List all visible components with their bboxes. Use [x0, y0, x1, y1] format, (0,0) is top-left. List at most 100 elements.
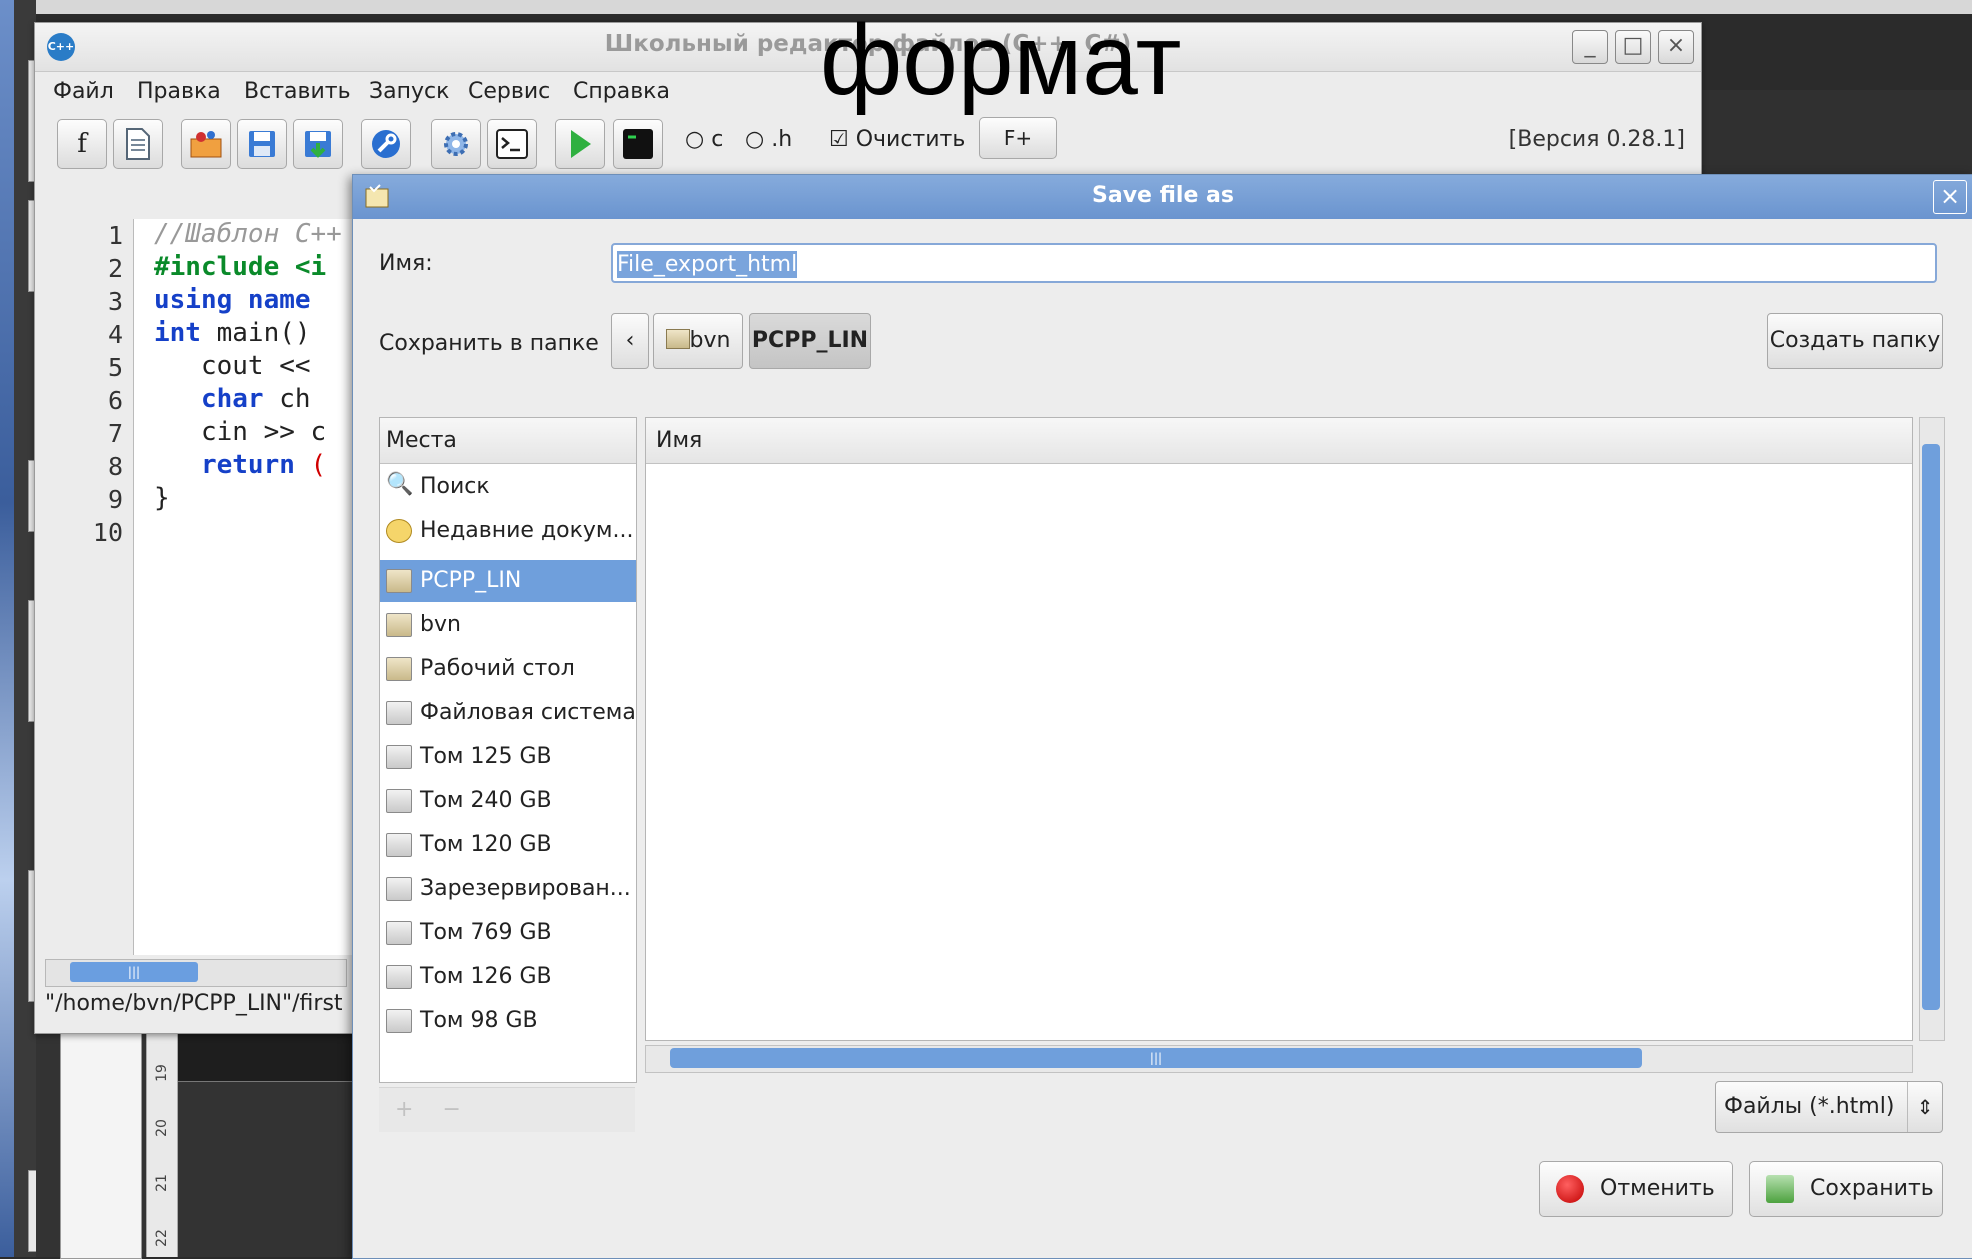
cancel-button[interactable]: Отменить	[1539, 1161, 1733, 1217]
save-button-label: Сохранить	[1810, 1176, 1934, 1201]
file-list-vertical-scrollbar[interactable]	[1919, 417, 1945, 1041]
place-item-volume[interactable]: Том 126 GB	[380, 956, 636, 998]
place-item-volume[interactable]: Том 120 GB	[380, 824, 636, 866]
run-terminal-button[interactable]	[613, 119, 663, 169]
menu-file[interactable]: Файл	[53, 79, 114, 104]
place-item-volume[interactable]: Том 769 GB	[380, 912, 636, 954]
line-number: 8	[107, 452, 123, 481]
place-item-reserved[interactable]: Зарезервирован...	[380, 868, 636, 910]
menu-run[interactable]: Запуск	[369, 79, 449, 104]
close-button[interactable]: ×	[1658, 30, 1694, 64]
line-number: 2	[107, 254, 123, 283]
radio-c[interactable]: ○ c	[685, 127, 723, 152]
place-item-volume[interactable]: Том 125 GB	[380, 736, 636, 778]
add-place-button[interactable]: +	[395, 1097, 413, 1122]
path-back-button[interactable]: ‹	[611, 313, 649, 369]
filename-label: Имя:	[379, 251, 433, 276]
path-segment-bvn[interactable]: bvn	[653, 313, 743, 369]
place-item-volume[interactable]: Том 240 GB	[380, 780, 636, 822]
run-button[interactable]	[555, 119, 605, 169]
editor-horizontal-scrollbar[interactable]: |||	[45, 959, 347, 987]
save-button[interactable]	[237, 119, 287, 169]
toolbar: f ○ c ○ .h ☑ Очистить F+ [Версия 0.28.1]	[35, 113, 1701, 175]
line-number: 9	[107, 485, 123, 514]
dialog-close-button[interactable]: ×	[1933, 180, 1967, 214]
remove-place-button[interactable]: −	[442, 1097, 460, 1122]
file-list-horizontal-scrollbar[interactable]: |||	[645, 1045, 1913, 1073]
stop-icon	[1556, 1175, 1584, 1203]
place-item-label: Том 240 GB	[420, 788, 552, 813]
vertical-ruler: 19 20 21 22	[146, 1025, 178, 1257]
version-label: [Версия 0.28.1]	[1508, 127, 1685, 152]
code-token: name	[232, 285, 311, 315]
options-button[interactable]	[431, 119, 481, 169]
desktop-folder-icon	[386, 657, 412, 681]
clear-checkbox[interactable]: ☑ Очистить	[829, 127, 965, 152]
code-line: cin >> c	[154, 417, 327, 447]
status-file-path: "/home/bvn/PCPP_LIN"/first	[45, 991, 343, 1016]
drive-icon	[386, 789, 412, 813]
path-segment-label: bvn	[689, 328, 731, 353]
drive-icon	[386, 833, 412, 857]
code-line: cout <<	[154, 351, 311, 381]
place-item-label: Зарезервирован...	[420, 876, 631, 901]
save-as-button[interactable]	[293, 119, 343, 169]
clear-checkbox-label: Очистить	[855, 127, 966, 152]
new-file-button[interactable]	[113, 119, 163, 169]
code-token: main()	[200, 318, 311, 348]
font-increase-button[interactable]: F+	[979, 117, 1057, 159]
places-header: Места	[380, 418, 636, 464]
place-item-desktop[interactable]: Рабочий стол	[380, 648, 636, 690]
maximize-button[interactable]: □	[1615, 30, 1651, 64]
menu-insert[interactable]: Вставить	[244, 79, 351, 104]
menu-help[interactable]: Справка	[573, 79, 670, 104]
place-item-volume[interactable]: Том 98 GB	[380, 1000, 636, 1042]
terminal-button[interactable]	[487, 119, 537, 169]
scrollbar-thumb[interactable]: |||	[70, 962, 198, 982]
save-button[interactable]: Сохранить	[1749, 1161, 1943, 1217]
place-item-search[interactable]: 🔍 Поиск	[380, 466, 636, 508]
menu-service[interactable]: Сервис	[468, 79, 550, 104]
place-item-label: Том 125 GB	[420, 744, 552, 769]
code-token: ch	[263, 384, 311, 414]
place-item-label: Файловая система	[420, 700, 636, 725]
minimize-button[interactable]: _	[1572, 30, 1608, 64]
open-button[interactable]	[181, 119, 231, 169]
chevron-up-down-icon: ⇕	[1907, 1082, 1942, 1132]
file-type-filter-value: Файлы (*.html)	[1724, 1094, 1895, 1119]
wrench-icon	[372, 130, 400, 158]
code-token: (	[294, 450, 327, 480]
place-item-recent[interactable]: Недавние докум...	[380, 510, 636, 552]
recent-icon	[386, 519, 412, 543]
menu-edit[interactable]: Правка	[137, 79, 221, 104]
terminal-icon	[496, 129, 528, 159]
create-folder-button[interactable]: Создать папку	[1767, 313, 1943, 369]
place-item-bvn[interactable]: bvn	[380, 604, 636, 646]
font-button[interactable]: f	[57, 119, 107, 169]
search-icon: 🔍	[386, 472, 414, 497]
settings-button[interactable]	[361, 119, 411, 169]
filename-input[interactable]: File_export_html	[611, 243, 1937, 283]
drive-icon	[386, 701, 412, 725]
line-number-gutter: 1 2 3 4 5 6 7 8 9 10	[45, 219, 134, 955]
place-item-label: Том 98 GB	[420, 1008, 538, 1033]
file-list[interactable]: Имя	[645, 417, 1913, 1041]
code-token: char	[154, 384, 264, 414]
places-sidebar: Места 🔍 Поиск Недавние докум... PCPP_LIN …	[379, 417, 637, 1083]
file-list-name-column-header[interactable]: Имя	[646, 418, 1912, 464]
drive-icon	[386, 877, 412, 901]
place-item-filesystem[interactable]: Файловая система	[380, 692, 636, 734]
console-icon	[623, 129, 653, 159]
dialog-titlebar[interactable]: Save file as ×	[353, 175, 1972, 219]
scrollbar-thumb[interactable]: |||	[670, 1048, 1642, 1068]
line-number: 5	[107, 353, 123, 382]
radio-h[interactable]: ○ .h	[745, 127, 792, 152]
scrollbar-thumb[interactable]	[1922, 444, 1940, 1010]
code-line: //Шаблон C++	[154, 219, 342, 249]
code-line: char ch	[154, 384, 311, 414]
file-type-filter-select[interactable]: Файлы (*.html) ⇕	[1715, 1081, 1943, 1133]
radio-h-label: .h	[771, 127, 793, 152]
place-item-pcpp-lin[interactable]: PCPP_LIN	[380, 560, 636, 602]
path-segment-pcpp-lin[interactable]: PCPP_LIN	[749, 313, 871, 369]
places-add-remove-bar: + −	[379, 1087, 635, 1132]
